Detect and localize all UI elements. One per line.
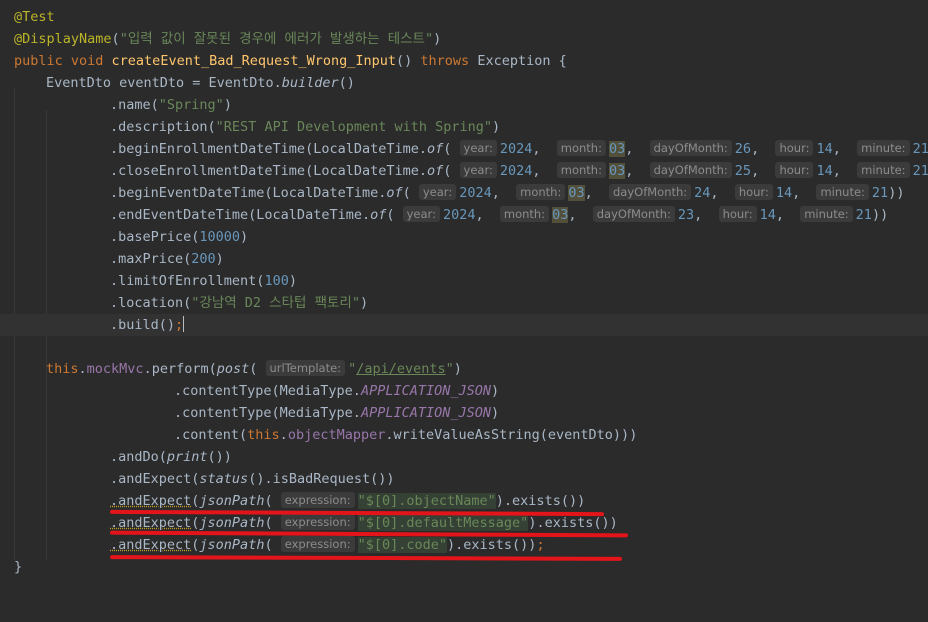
text-caret xyxy=(183,316,185,332)
eventdto-declaration: EventDto eventDto = EventDto.builder() xyxy=(46,75,355,91)
code-line-17[interactable]: this.mockMvc.perform(post( urlTemplate: "… xyxy=(0,358,928,380)
code-line-2[interactable]: @DisplayName("입력 값이 잘못된 경우에 에러가 발생하는 테스트… xyxy=(0,28,928,50)
builder-max-price: .maxPrice(200) xyxy=(110,251,224,267)
code-line-6[interactable]: .description("REST API Development with … xyxy=(0,116,928,138)
content-type-2: .contentType(MediaType.APPLICATION_JSON) xyxy=(174,405,500,421)
code-line-19[interactable]: .contentType(MediaType.APPLICATION_JSON) xyxy=(0,402,928,424)
builder-close-enrollment: .closeEnrollmentDateTime(LocalDateTime.o… xyxy=(110,162,928,179)
code-line-1[interactable]: @Test xyxy=(0,6,928,28)
code-line-18[interactable]: .contentType(MediaType.APPLICATION_JSON) xyxy=(0,380,928,402)
code-line-14[interactable]: .location("강남역 D2 스타텁 팩토리") xyxy=(0,292,928,314)
builder-limit: .limitOfEnrollment(100) xyxy=(110,273,297,289)
code-line-13[interactable]: .limitOfEnrollment(100) xyxy=(0,270,928,292)
and-expect-object-name: .andExpect(jsonPath( expression: "$[0].ob… xyxy=(110,492,586,509)
and-expect-code: .andExpect(jsonPath( expression: "$[0].co… xyxy=(110,536,545,553)
mockmvc-perform: this.mockMvc.perform(post( urlTemplate: "… xyxy=(46,360,462,377)
builder-name: .name("Spring") xyxy=(110,97,232,113)
code-editor[interactable]: @Test @DisplayName("입력 값이 잘못된 경우에 에러가 발생… xyxy=(0,0,928,591)
builder-begin-event: .beginEventDateTime(LocalDateTime.of( ye… xyxy=(110,184,905,201)
code-line-22[interactable]: .andExpect(status().isBadRequest()) xyxy=(0,468,928,490)
annotation-display-name: @DisplayName("입력 값이 잘못된 경우에 에러가 발생하는 테스트… xyxy=(14,31,442,47)
builder-base-price: .basePrice(10000) xyxy=(110,229,249,245)
builder-description: .description("REST API Development with … xyxy=(110,119,501,135)
code-line-5[interactable]: .name("Spring") xyxy=(0,94,928,116)
code-line-3[interactable]: public void createEvent_Bad_Request_Wron… xyxy=(0,50,928,72)
code-line-7[interactable]: .beginEnrollmentDateTime(LocalDateTime.o… xyxy=(0,138,928,160)
code-line-10[interactable]: .endEventDateTime(LocalDateTime.of( year… xyxy=(0,204,928,226)
code-line-11[interactable]: .basePrice(10000) xyxy=(0,226,928,248)
code-line-9[interactable]: .beginEventDateTime(LocalDateTime.of( ye… xyxy=(0,182,928,204)
code-line-21[interactable]: .andDo(print()) xyxy=(0,446,928,468)
code-line-4[interactable]: EventDto eventDto = EventDto.builder() xyxy=(0,72,928,94)
code-line-25[interactable]: .andExpect(jsonPath( expression: "$[0].co… xyxy=(0,534,928,556)
builder-begin-enrollment: .beginEnrollmentDateTime(LocalDateTime.o… xyxy=(110,140,928,157)
content-body: .content(this.objectMapper.writeValueAsS… xyxy=(174,427,638,443)
builder-location: .location("강남역 D2 스타텁 팩토리") xyxy=(110,295,369,311)
code-line-23[interactable]: .andExpect(jsonPath( expression: "$[0].ob… xyxy=(0,490,928,512)
code-line-16[interactable] xyxy=(0,336,928,358)
method-signature: public void createEvent_Bad_Request_Wron… xyxy=(14,53,567,69)
and-do-print: .andDo(print()) xyxy=(110,449,232,465)
code-line-12[interactable]: .maxPrice(200) xyxy=(0,248,928,270)
and-expect-status: .andExpect(status().isBadRequest()) xyxy=(110,471,395,487)
builder-build: .build(); xyxy=(110,316,185,333)
content-type-1: .contentType(MediaType.APPLICATION_JSON) xyxy=(174,383,500,399)
code-line-8[interactable]: .closeEnrollmentDateTime(LocalDateTime.o… xyxy=(0,160,928,182)
builder-end-event: .endEventDateTime(LocalDateTime.of( year… xyxy=(110,206,889,223)
code-line-20[interactable]: .content(this.objectMapper.writeValueAsS… xyxy=(0,424,928,446)
closing-brace: } xyxy=(14,559,23,575)
code-line-15[interactable]: .build(); xyxy=(0,314,928,336)
annotation-test: @Test xyxy=(14,9,55,25)
